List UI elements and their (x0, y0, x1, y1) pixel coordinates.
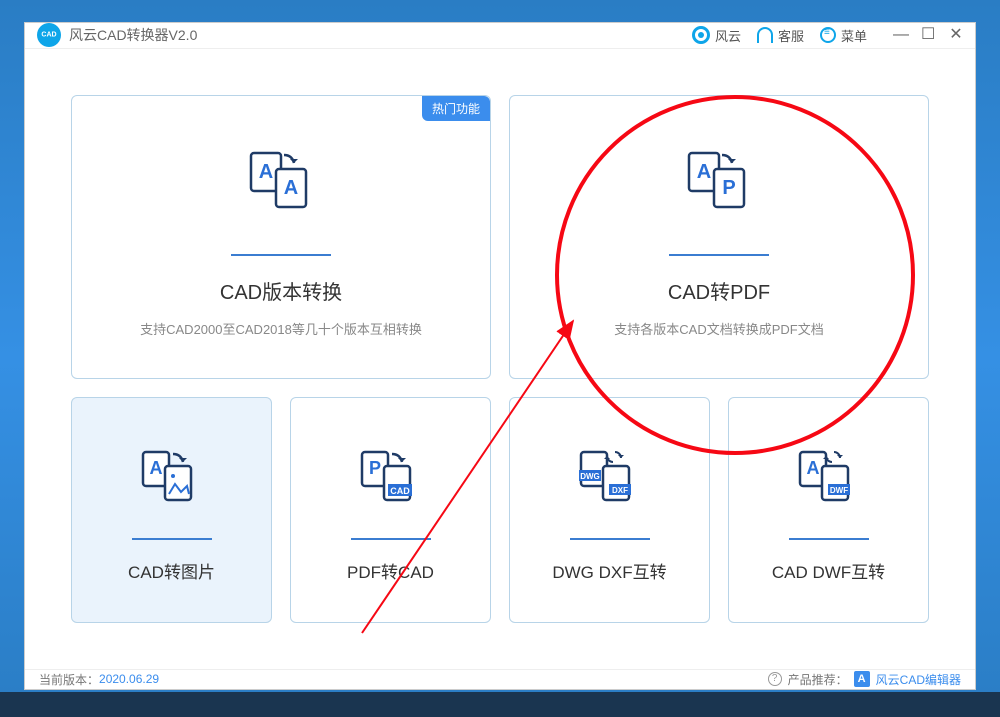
card-cad-image[interactable]: A CAD转图片 (71, 397, 272, 623)
brand-label: 风云 (715, 26, 741, 45)
card-cad-pdf[interactable]: A P CAD转PDF 支持各版本CAD文档转换成PDF文档 (509, 95, 929, 379)
divider (669, 254, 769, 256)
card-cad-dwf[interactable]: A DWF CAD DWF互转 (728, 397, 929, 623)
dwg-dxf-title: DWG DXF互转 (552, 558, 666, 583)
cad-image-title: CAD转图片 (128, 558, 215, 583)
app-title: 风云CAD转换器V2.0 (69, 25, 197, 45)
cad-version-title: CAD版本转换 (220, 276, 342, 305)
promo-badge-icon: A (854, 671, 870, 687)
svg-text:A: A (259, 161, 273, 183)
divider (231, 254, 331, 256)
brand-button[interactable]: 风云 (692, 26, 741, 45)
svg-text:P: P (722, 177, 735, 199)
card-dwg-dxf[interactable]: DWG DXF DWG DXF互转 (509, 397, 710, 623)
footer: 当前版本： 2020.06.29 ? 产品推荐： A 风云CAD编辑器 (25, 669, 975, 689)
divider (789, 538, 869, 540)
svg-text:DXF: DXF (612, 486, 628, 495)
dwg-dxf-icon: DWG DXF (571, 436, 649, 526)
svg-text:A: A (149, 458, 162, 478)
svg-text:P: P (368, 458, 380, 478)
titlebar: 风云CAD转换器V2.0 风云 客服 菜单 — ☐ ✕ (25, 23, 975, 49)
cad-pdf-desc: 支持各版本CAD文档转换成PDF文档 (614, 319, 823, 338)
svg-text:A: A (806, 458, 819, 478)
minimize-button[interactable]: — (893, 28, 907, 42)
svg-text:A: A (697, 161, 711, 183)
menu-label: 菜单 (841, 26, 867, 45)
brand-ring-icon (692, 26, 710, 44)
cad-dwf-icon: A DWF (790, 436, 868, 526)
menu-button[interactable]: 菜单 (820, 26, 867, 45)
content-area: 热门功能 A A CAD版本转换 支持CAD2000至CAD2018等几十个版本… (25, 49, 975, 669)
svg-text:DWF: DWF (829, 486, 847, 495)
cad-version-icon: A A (236, 136, 326, 236)
support-label: 客服 (778, 26, 804, 45)
support-button[interactable]: 客服 (757, 26, 804, 45)
version-label: 当前版本： (39, 671, 99, 688)
pdf-cad-icon: P CAD (352, 436, 430, 526)
headset-icon (757, 27, 773, 43)
svg-text:DWG: DWG (580, 472, 600, 481)
svg-text:CAD: CAD (390, 486, 410, 496)
cad-pdf-title: CAD转PDF (668, 276, 770, 305)
promo-product[interactable]: 风云CAD编辑器 (876, 671, 961, 688)
divider (351, 538, 431, 540)
maximize-button[interactable]: ☐ (921, 28, 935, 42)
card-pdf-cad[interactable]: P CAD PDF转CAD (290, 397, 491, 623)
pdf-cad-title: PDF转CAD (347, 558, 434, 583)
app-logo-icon (37, 23, 61, 47)
desktop-taskbar (0, 692, 1000, 717)
divider (570, 538, 650, 540)
app-window: 风云CAD转换器V2.0 风云 客服 菜单 — ☐ ✕ 热门功能 (24, 22, 976, 690)
divider (132, 538, 212, 540)
close-button[interactable]: ✕ (949, 28, 963, 42)
card-cad-version[interactable]: 热门功能 A A CAD版本转换 支持CAD2000至CAD2018等几十个版本… (71, 95, 491, 379)
cad-image-icon: A (133, 436, 211, 526)
cad-dwf-title: CAD DWF互转 (772, 558, 885, 583)
cad-version-desc: 支持CAD2000至CAD2018等几十个版本互相转换 (140, 319, 422, 338)
hot-badge: 热门功能 (422, 96, 490, 121)
menu-icon (820, 27, 836, 43)
cad-pdf-icon: A P (674, 136, 764, 236)
svg-text:A: A (284, 177, 298, 199)
version-value: 2020.06.29 (99, 672, 159, 686)
help-icon[interactable]: ? (768, 672, 782, 686)
promo-label: 产品推荐： (788, 671, 848, 688)
